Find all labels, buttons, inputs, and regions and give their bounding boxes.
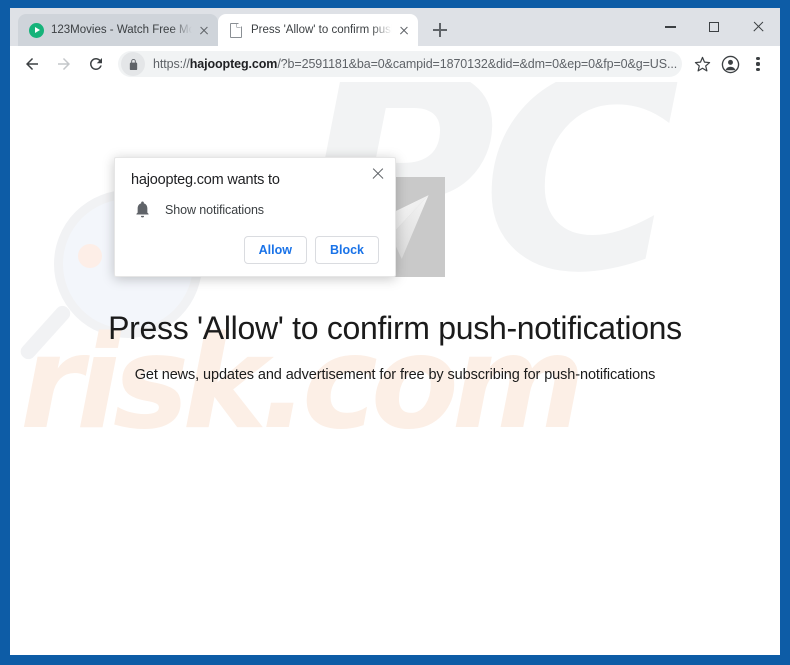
close-tab-icon[interactable] [196,22,212,38]
permission-request-row: Show notifications [131,201,379,218]
lock-icon[interactable] [121,52,145,76]
maximize-icon [709,22,719,32]
browser-window: 123Movies - Watch Free Movies Press 'All… [0,0,790,665]
tab-title: Press 'Allow' to confirm push-not [251,24,392,36]
address-bar[interactable]: https://hajoopteg.com/?b=2591181&ba=0&ca… [118,51,682,77]
window-controls [648,8,780,46]
arrow-left-icon [26,58,38,70]
tab-push-notifications[interactable]: Press 'Allow' to confirm push-not [218,14,418,46]
page-title: Press 'Allow' to confirm push-notificati… [108,310,682,346]
allow-button[interactable]: Allow [243,236,307,264]
browser-menu-button[interactable] [744,50,772,78]
page-viewport: PC risk.com Press 'Allow' to confirm pus… [10,82,780,655]
play-circle-icon [28,22,44,38]
close-icon[interactable] [370,166,386,182]
page-subtitle: Get news, updates and advertisement for … [134,367,656,383]
notification-permission-dialog: hajoopteg.com wants to Show notification… [114,157,396,277]
tab-title: 123Movies - Watch Free Movies [51,24,192,36]
url-scheme: https:// [153,57,190,71]
lock-glyph-icon [129,58,137,70]
permission-label: Show notifications [165,202,264,217]
forward-button[interactable] [50,50,78,78]
close-window-button[interactable] [736,11,780,43]
tab-123movies[interactable]: 123Movies - Watch Free Movies [18,14,218,46]
document-icon [228,22,244,38]
close-tab-icon[interactable] [396,22,412,38]
tab-strip: 123Movies - Watch Free Movies Press 'All… [10,8,780,46]
account-circle-icon [721,55,739,73]
reload-icon [89,57,102,70]
url-path: /?b=2591181&ba=0&campid=1870132&did=&dm=… [277,57,678,71]
back-button[interactable] [18,50,46,78]
reload-button[interactable] [82,50,110,78]
three-dots-icon [756,56,760,72]
close-icon [752,21,765,34]
bell-icon [131,201,153,218]
url-host: hajoopteg.com [189,57,278,71]
new-tab-button[interactable] [426,16,454,44]
star-icon [694,56,710,71]
minimize-button[interactable] [648,11,692,43]
permission-dialog-title: hajoopteg.com wants to [131,172,280,188]
minimize-icon [664,26,676,28]
maximize-button[interactable] [692,11,736,43]
browser-window-inner: 123Movies - Watch Free Movies Press 'All… [10,8,780,655]
bell-glyph-icon [135,201,149,218]
arrow-right-icon [58,58,70,70]
profile-button[interactable] [716,50,744,78]
permission-actions: Allow Block [131,236,379,264]
bookmark-button[interactable] [688,50,716,78]
url-text: https://hajoopteg.com/?b=2591181&ba=0&ca… [145,57,680,71]
browser-toolbar: https://hajoopteg.com/?b=2591181&ba=0&ca… [10,46,780,82]
block-button[interactable]: Block [314,236,379,264]
